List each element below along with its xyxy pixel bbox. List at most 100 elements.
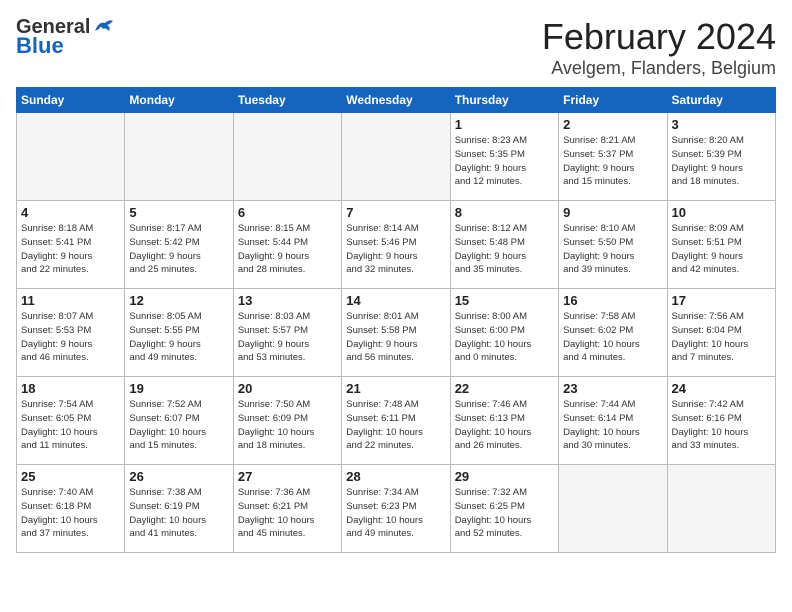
day-number: 12 [129, 293, 228, 308]
calendar-week-4: 25 Sunrise: 7:40 AM Sunset: 6:18 PM Dayli… [17, 465, 776, 553]
calendar-cell: 29 Sunrise: 7:32 AM Sunset: 6:25 PM Dayli… [450, 465, 558, 553]
calendar-cell: 21 Sunrise: 7:48 AM Sunset: 6:11 PM Dayli… [342, 377, 450, 465]
weekday-header-row: SundayMondayTuesdayWednesdayThursdayFrid… [17, 88, 776, 113]
day-number: 10 [672, 205, 771, 220]
day-number: 19 [129, 381, 228, 396]
day-number: 11 [21, 293, 120, 308]
weekday-header-tuesday: Tuesday [233, 88, 341, 113]
day-info: Sunrise: 7:54 AM Sunset: 6:05 PM Dayligh… [21, 398, 120, 453]
day-number: 20 [238, 381, 337, 396]
calendar-cell: 19 Sunrise: 7:52 AM Sunset: 6:07 PM Dayli… [125, 377, 233, 465]
day-number: 25 [21, 469, 120, 484]
day-number: 8 [455, 205, 554, 220]
calendar-cell: 4 Sunrise: 8:18 AM Sunset: 5:41 PM Daylig… [17, 201, 125, 289]
month-year-title: February 2024 [542, 16, 776, 58]
day-number: 26 [129, 469, 228, 484]
page-header: General Blue February 2024 Avelgem, Flan… [16, 16, 776, 79]
day-info: Sunrise: 7:40 AM Sunset: 6:18 PM Dayligh… [21, 486, 120, 541]
day-info: Sunrise: 7:34 AM Sunset: 6:23 PM Dayligh… [346, 486, 445, 541]
calendar-cell: 27 Sunrise: 7:36 AM Sunset: 6:21 PM Dayli… [233, 465, 341, 553]
day-info: Sunrise: 8:03 AM Sunset: 5:57 PM Dayligh… [238, 310, 337, 365]
calendar-cell: 22 Sunrise: 7:46 AM Sunset: 6:13 PM Dayli… [450, 377, 558, 465]
calendar-cell: 1Sunrise: 8:23 AM Sunset: 5:35 PM Daylig… [450, 113, 558, 201]
calendar-cell: 26Sunrise: 7:38 AM Sunset: 6:19 PM Dayli… [125, 465, 233, 553]
calendar-cell: 15 Sunrise: 8:00 AM Sunset: 6:00 PM Dayli… [450, 289, 558, 377]
calendar-cell [559, 465, 667, 553]
bird-icon [93, 17, 115, 35]
day-info: Sunrise: 7:48 AM Sunset: 6:11 PM Dayligh… [346, 398, 445, 453]
calendar-cell: 3Sunrise: 8:20 AM Sunset: 5:39 PM Daylig… [667, 113, 775, 201]
calendar-body: 1Sunrise: 8:23 AM Sunset: 5:35 PM Daylig… [17, 113, 776, 553]
calendar-cell: 7Sunrise: 8:14 AM Sunset: 5:46 PM Daylig… [342, 201, 450, 289]
day-info: Sunrise: 8:18 AM Sunset: 5:41 PM Dayligh… [21, 222, 120, 277]
location-subtitle: Avelgem, Flanders, Belgium [542, 58, 776, 79]
day-info: Sunrise: 8:01 AM Sunset: 5:58 PM Dayligh… [346, 310, 445, 365]
day-info: Sunrise: 8:09 AM Sunset: 5:51 PM Dayligh… [672, 222, 771, 277]
day-info: Sunrise: 8:15 AM Sunset: 5:44 PM Dayligh… [238, 222, 337, 277]
calendar-cell: 11 Sunrise: 8:07 AM Sunset: 5:53 PM Dayli… [17, 289, 125, 377]
day-number: 6 [238, 205, 337, 220]
calendar-cell: 14Sunrise: 8:01 AM Sunset: 5:58 PM Dayli… [342, 289, 450, 377]
day-number: 13 [238, 293, 337, 308]
calendar-cell: 17 Sunrise: 7:56 AM Sunset: 6:04 PM Dayli… [667, 289, 775, 377]
calendar-cell [342, 113, 450, 201]
calendar-cell: 13 Sunrise: 8:03 AM Sunset: 5:57 PM Dayli… [233, 289, 341, 377]
day-number: 27 [238, 469, 337, 484]
calendar-cell: 28 Sunrise: 7:34 AM Sunset: 6:23 PM Dayli… [342, 465, 450, 553]
weekday-header-friday: Friday [559, 88, 667, 113]
day-number: 2 [563, 117, 662, 132]
day-number: 22 [455, 381, 554, 396]
day-info: Sunrise: 7:46 AM Sunset: 6:13 PM Dayligh… [455, 398, 554, 453]
calendar-week-2: 11 Sunrise: 8:07 AM Sunset: 5:53 PM Dayli… [17, 289, 776, 377]
calendar-cell: 20 Sunrise: 7:50 AM Sunset: 6:09 PM Dayli… [233, 377, 341, 465]
day-info: Sunrise: 8:12 AM Sunset: 5:48 PM Dayligh… [455, 222, 554, 277]
logo: General Blue [16, 16, 115, 58]
weekday-header-wednesday: Wednesday [342, 88, 450, 113]
calendar-cell: 23 Sunrise: 7:44 AM Sunset: 6:14 PM Dayli… [559, 377, 667, 465]
day-info: Sunrise: 7:36 AM Sunset: 6:21 PM Dayligh… [238, 486, 337, 541]
weekday-header-thursday: Thursday [450, 88, 558, 113]
calendar-week-3: 18 Sunrise: 7:54 AM Sunset: 6:05 PM Dayli… [17, 377, 776, 465]
logo-blue: Blue [16, 34, 115, 58]
weekday-header-saturday: Saturday [667, 88, 775, 113]
day-number: 21 [346, 381, 445, 396]
calendar-cell: 18 Sunrise: 7:54 AM Sunset: 6:05 PM Dayli… [17, 377, 125, 465]
day-number: 29 [455, 469, 554, 484]
day-number: 16 [563, 293, 662, 308]
day-info: Sunrise: 8:07 AM Sunset: 5:53 PM Dayligh… [21, 310, 120, 365]
day-info: Sunrise: 7:56 AM Sunset: 6:04 PM Dayligh… [672, 310, 771, 365]
calendar-week-0: 1Sunrise: 8:23 AM Sunset: 5:35 PM Daylig… [17, 113, 776, 201]
day-info: Sunrise: 7:52 AM Sunset: 6:07 PM Dayligh… [129, 398, 228, 453]
calendar-cell: 24Sunrise: 7:42 AM Sunset: 6:16 PM Dayli… [667, 377, 775, 465]
day-info: Sunrise: 8:10 AM Sunset: 5:50 PM Dayligh… [563, 222, 662, 277]
day-info: Sunrise: 8:00 AM Sunset: 6:00 PM Dayligh… [455, 310, 554, 365]
weekday-header-monday: Monday [125, 88, 233, 113]
calendar-cell: 8 Sunrise: 8:12 AM Sunset: 5:48 PM Daylig… [450, 201, 558, 289]
day-info: Sunrise: 7:50 AM Sunset: 6:09 PM Dayligh… [238, 398, 337, 453]
day-info: Sunrise: 8:21 AM Sunset: 5:37 PM Dayligh… [563, 134, 662, 189]
day-number: 15 [455, 293, 554, 308]
calendar-cell: 16Sunrise: 7:58 AM Sunset: 6:02 PM Dayli… [559, 289, 667, 377]
day-info: Sunrise: 8:23 AM Sunset: 5:35 PM Dayligh… [455, 134, 554, 189]
day-number: 5 [129, 205, 228, 220]
calendar-cell [17, 113, 125, 201]
day-info: Sunrise: 7:32 AM Sunset: 6:25 PM Dayligh… [455, 486, 554, 541]
calendar-week-1: 4 Sunrise: 8:18 AM Sunset: 5:41 PM Daylig… [17, 201, 776, 289]
calendar-cell: 2 Sunrise: 8:21 AM Sunset: 5:37 PM Daylig… [559, 113, 667, 201]
calendar-cell [667, 465, 775, 553]
weekday-header-sunday: Sunday [17, 88, 125, 113]
day-number: 9 [563, 205, 662, 220]
day-number: 24 [672, 381, 771, 396]
day-info: Sunrise: 8:05 AM Sunset: 5:55 PM Dayligh… [129, 310, 228, 365]
calendar-cell: 10 Sunrise: 8:09 AM Sunset: 5:51 PM Dayli… [667, 201, 775, 289]
day-number: 4 [21, 205, 120, 220]
day-number: 23 [563, 381, 662, 396]
day-info: Sunrise: 8:20 AM Sunset: 5:39 PM Dayligh… [672, 134, 771, 189]
title-block: February 2024 Avelgem, Flanders, Belgium [542, 16, 776, 79]
day-number: 17 [672, 293, 771, 308]
day-number: 18 [21, 381, 120, 396]
calendar-table: SundayMondayTuesdayWednesdayThursdayFrid… [16, 87, 776, 553]
day-number: 28 [346, 469, 445, 484]
day-info: Sunrise: 7:44 AM Sunset: 6:14 PM Dayligh… [563, 398, 662, 453]
calendar-cell [125, 113, 233, 201]
